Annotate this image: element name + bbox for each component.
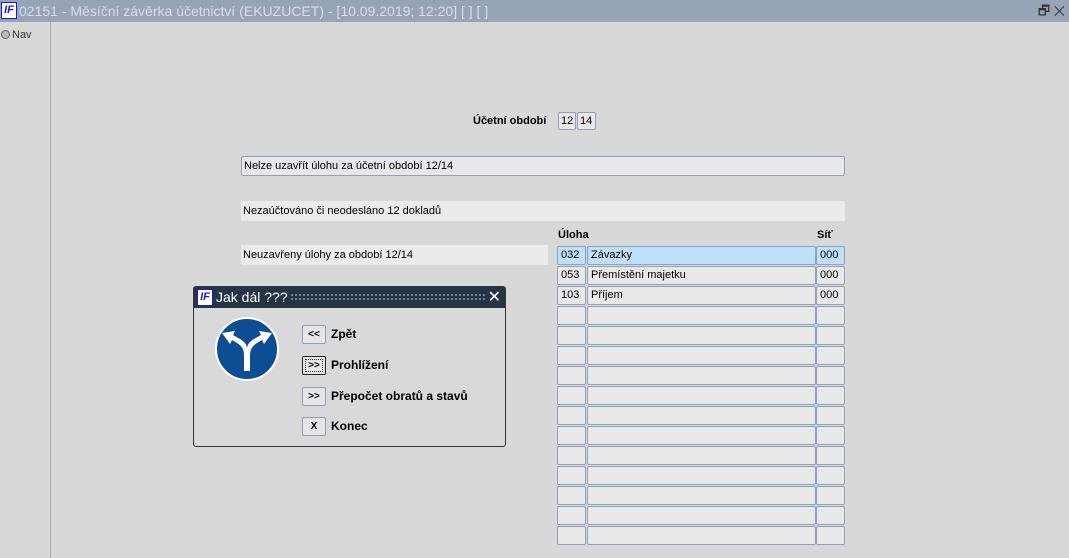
grid-cell-name[interactable] [587,386,816,405]
close-icon[interactable]: ✕ [1054,3,1065,18]
grid-cell-net[interactable] [816,486,845,505]
window-title: 02151 - Měsíční závěrka účetnictví (EKUZ… [19,3,489,19]
restore-icon[interactable]: 🗗 [1038,3,1050,18]
grid-cell-name[interactable] [587,446,816,465]
grid-cell-code[interactable] [557,326,586,345]
grid-cell-net[interactable] [816,386,845,405]
grid-cell-net[interactable]: 000 [816,286,845,305]
grid-cell-net[interactable] [816,326,845,345]
back-label: Zpět [331,327,357,341]
browse-label: Prohlížení [331,358,389,372]
grid-cell-name[interactable] [587,506,816,525]
grid-cell-code[interactable] [557,386,586,405]
grid-cell-net[interactable] [816,506,845,525]
left-sidebar: Nav [0,22,51,558]
grid-cell-net[interactable]: 000 [816,266,845,285]
grid-cell-net[interactable] [816,466,845,485]
app-logo-icon: IF [197,289,213,306]
dialog-jak-dal: IF Jak dál ??? ✕ << Zpět >> Prohlížení >… [193,286,506,447]
grid-cell-code[interactable]: 032 [557,246,586,265]
radio-icon [1,30,10,39]
grid-cell-code[interactable] [557,506,586,525]
grid-cell-code[interactable] [557,446,586,465]
browse-button[interactable]: >> [302,356,326,375]
open-tasks-message: Neuzavřeny úlohy za období 12/14 [241,245,548,265]
unposted-message: Nezaúčtováno či neodesláno 12 dokladů [241,201,845,221]
grid-cell-net[interactable]: 000 [816,246,845,265]
error-message-field: Nelze uzavřít úlohu za účetní období 12/… [241,156,845,176]
grid-cell-code[interactable] [557,306,586,325]
nav-label: Nav [12,29,32,41]
grid-cell-net[interactable] [816,366,845,385]
grid-cell-code[interactable] [557,366,586,385]
grid-cell-code[interactable] [557,346,586,365]
exit-button[interactable]: X [302,417,326,436]
nav-tab[interactable]: Nav [1,29,32,41]
grid-cell-name[interactable] [587,426,816,445]
grid-cell-name[interactable]: Přemístění majetku [587,266,816,285]
grid-cell-code[interactable]: 103 [557,286,586,305]
fork-arrows-sign-icon [215,317,279,381]
grid-cell-name[interactable] [587,366,816,385]
grid-cell-net[interactable] [816,426,845,445]
grid-cell-net[interactable] [816,306,845,325]
grid-cell-code[interactable] [557,426,586,445]
grid-cell-name[interactable] [587,526,816,545]
grid-cell-name[interactable]: Závazky [587,246,816,265]
grid-cell-name[interactable] [587,346,816,365]
grid-cell-name[interactable] [587,326,816,345]
dialog-titlebar[interactable]: IF Jak dál ??? ✕ [194,287,505,308]
grid-cell-name[interactable] [587,406,816,425]
grid-cell-net[interactable] [816,406,845,425]
grid-cell-net[interactable] [816,346,845,365]
grid-cell-code[interactable] [557,406,586,425]
grid-cell-net[interactable] [816,526,845,545]
period-label: Účetní období [473,115,547,127]
back-button[interactable]: << [302,325,326,344]
grid-cell-code[interactable] [557,526,586,545]
grid-cell-code[interactable]: 053 [557,266,586,285]
recalculate-label: Přepočet obratů a stavů [331,389,468,403]
grid-cell-name[interactable] [587,466,816,485]
grid-cell-net[interactable] [816,446,845,465]
exit-label: Konec [331,419,368,433]
app-logo-icon: IF [1,2,17,19]
grid-cell-name[interactable]: Příjem [587,286,816,305]
period-month-field[interactable]: 12 [558,112,576,130]
dialog-close-icon[interactable]: ✕ [488,287,501,308]
grid-cell-code[interactable] [557,486,586,505]
column-header-task: Úloha [558,229,589,241]
grid-cell-name[interactable] [587,306,816,325]
recalculate-button[interactable]: >> [302,387,326,406]
period-year-field[interactable]: 14 [577,112,596,130]
grid-cell-name[interactable] [587,486,816,505]
dialog-title: Jak dál ??? [216,289,288,305]
window-titlebar: IF 02151 - Měsíční závěrka účetnictví (E… [0,0,1069,22]
grid-cell-code[interactable] [557,466,586,485]
column-header-net: Síť [817,229,833,241]
